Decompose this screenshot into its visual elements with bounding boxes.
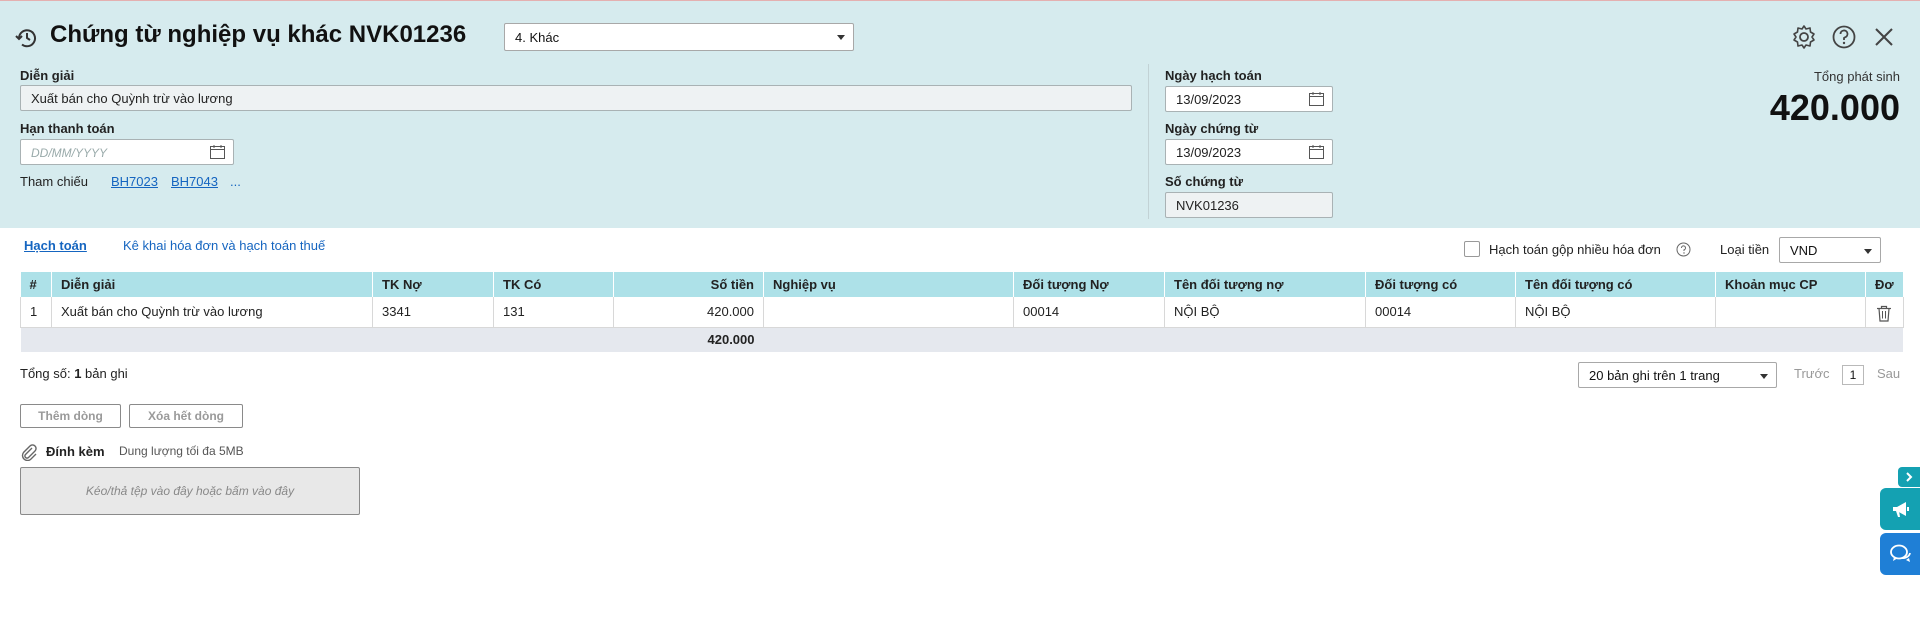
delete-all-rows-button[interactable]: Xóa hết dòng <box>129 404 243 428</box>
due-date-field[interactable]: DD/MM/YYYY <box>20 139 234 165</box>
table-row[interactable]: 1 Xuất bán cho Quỳnh trừ vào lương 3341 … <box>20 297 1904 328</box>
header-divider <box>1148 64 1149 219</box>
help-icon[interactable] <box>1676 242 1691 257</box>
grid-summary-row: 420.000 <box>20 327 1904 352</box>
history-icon[interactable] <box>14 25 40 51</box>
reference-more-link[interactable]: ... <box>230 174 241 189</box>
col-header-debit-account: TK Nợ <box>372 272 494 297</box>
page-size-value: 20 bản ghi trên 1 trang <box>1589 368 1720 383</box>
cell-cost-item[interactable] <box>1715 297 1866 328</box>
col-header-credit-object-name: Tên đối tượng có <box>1515 272 1716 297</box>
cell-operation[interactable] <box>763 297 1014 328</box>
attach-label: Đính kèm <box>46 444 105 459</box>
merge-invoices-checkbox[interactable] <box>1464 241 1480 257</box>
expand-panel-button[interactable] <box>1898 467 1920 487</box>
tab-accounting[interactable]: Hạch toán <box>24 238 87 253</box>
posting-date-label: Ngày hạch toán <box>1165 68 1262 83</box>
cell-debit-account[interactable]: 3341 <box>372 297 494 328</box>
voucher-date-field[interactable]: 13/09/2023 <box>1165 139 1333 165</box>
posting-date-field[interactable]: 13/09/2023 <box>1165 86 1333 112</box>
col-header-cost-item: Khoản mục CP <box>1715 272 1866 297</box>
col-header-operation: Nghiệp vụ <box>763 272 1014 297</box>
col-header-description: Diễn giải <box>51 272 373 297</box>
merge-invoices-label: Hạch toán gộp nhiều hóa đơn <box>1489 242 1661 257</box>
cell-index: 1 <box>20 297 52 328</box>
gear-icon[interactable] <box>1791 24 1817 50</box>
currency-select[interactable]: VND <box>1779 237 1881 263</box>
chat-icon <box>1890 544 1911 562</box>
announcement-button[interactable] <box>1880 488 1920 530</box>
calendar-icon[interactable] <box>1309 145 1324 159</box>
posting-date-value: 13/09/2023 <box>1176 92 1242 107</box>
col-header-debit-object-name: Tên đối tượng nợ <box>1164 272 1366 297</box>
total-amount: 420.000 <box>1769 87 1900 128</box>
description-label: Diễn giải <box>20 68 75 83</box>
cell-debit-object[interactable]: 00014 <box>1013 297 1165 328</box>
col-header-credit-object: Đối tượng có <box>1365 272 1516 297</box>
cell-credit-object-name[interactable]: NỘI BỘ <box>1515 297 1716 328</box>
voucher-no-field[interactable]: NVK01236 <box>1165 192 1333 218</box>
add-row-button[interactable]: Thêm dòng <box>20 404 121 428</box>
prev-page-button[interactable]: Trước <box>1794 366 1830 381</box>
tab-invoice-tax[interactable]: Kê khai hóa đơn và hạch toán thuế <box>123 238 325 253</box>
current-page[interactable]: 1 <box>1842 365 1864 385</box>
reference-label: Tham chiếu <box>20 174 88 189</box>
cell-credit-account[interactable]: 131 <box>493 297 614 328</box>
cell-description[interactable]: Xuất bán cho Quỳnh trừ vào lương <box>51 297 373 328</box>
voucher-header: Chứng từ nghiệp vụ khác NVK01236 4. Khác… <box>0 1 1920 228</box>
cell-credit-object[interactable]: 00014 <box>1365 297 1516 328</box>
due-date-label: Hạn thanh toán <box>20 121 115 136</box>
voucher-type-value: 4. Khác <box>515 30 560 45</box>
total-records-prefix: Tổng số: <box>20 366 75 381</box>
col-header-index: # <box>20 272 52 297</box>
paperclip-icon <box>21 444 37 461</box>
due-date-placeholder: DD/MM/YYYY <box>31 146 108 160</box>
col-header-truncated: Đơ <box>1865 272 1904 297</box>
description-field[interactable]: Xuất bán cho Quỳnh trừ vào lương <box>20 85 1132 111</box>
reference-link-2[interactable]: BH7043 <box>171 174 218 189</box>
attach-limit: Dung lượng tối đa 5MB <box>119 444 244 458</box>
next-page-button[interactable]: Sau <box>1877 366 1900 381</box>
col-header-credit-account: TK Có <box>493 272 614 297</box>
accounting-grid: # Diễn giải TK Nợ TK Có Số tiền Nghiệp v… <box>20 272 1904 352</box>
chevron-down-icon <box>837 35 845 40</box>
total-label: Tổng phát sinh <box>1813 69 1900 84</box>
total-records-suffix: bản ghi <box>81 366 128 381</box>
chevron-down-icon <box>1760 374 1768 379</box>
cell-debit-object-name[interactable]: NỘI BỘ <box>1164 297 1366 328</box>
reference-link-1[interactable]: BH7023 <box>111 174 158 189</box>
cell-amount[interactable]: 420.000 <box>613 297 764 328</box>
sum-amount: 420.000 <box>613 327 764 352</box>
page-title: Chứng từ nghiệp vụ khác NVK01236 <box>50 21 467 48</box>
page-size-select[interactable]: 20 bản ghi trên 1 trang <box>1578 362 1777 388</box>
currency-label: Loại tiền <box>1720 242 1770 257</box>
attachment-dropzone[interactable]: Kéo/thả tệp vào đây hoặc bấm vào đây <box>20 467 360 515</box>
help-icon[interactable] <box>1831 24 1857 50</box>
voucher-date-value: 13/09/2023 <box>1176 145 1242 160</box>
trash-icon[interactable] <box>1876 305 1892 322</box>
col-header-debit-object: Đối tượng Nợ <box>1013 272 1165 297</box>
megaphone-icon <box>1893 502 1909 517</box>
close-icon[interactable] <box>1871 24 1897 50</box>
voucher-date-label: Ngày chứng từ <box>1165 121 1259 136</box>
voucher-no-label: Số chứng từ <box>1165 174 1244 189</box>
chevron-right-icon <box>1906 472 1913 482</box>
chevron-down-icon <box>1864 249 1872 254</box>
calendar-icon[interactable] <box>210 145 225 159</box>
voucher-type-select[interactable]: 4. Khác <box>504 23 854 51</box>
calendar-icon[interactable] <box>1309 92 1324 106</box>
total-records: Tổng số: 1 bản ghi <box>20 366 128 381</box>
grid-header-row: # Diễn giải TK Nợ TK Có Số tiền Nghiệp v… <box>20 272 1904 297</box>
col-header-amount: Số tiền <box>613 272 764 297</box>
chat-button[interactable] <box>1880 533 1920 575</box>
currency-value: VND <box>1790 243 1818 258</box>
